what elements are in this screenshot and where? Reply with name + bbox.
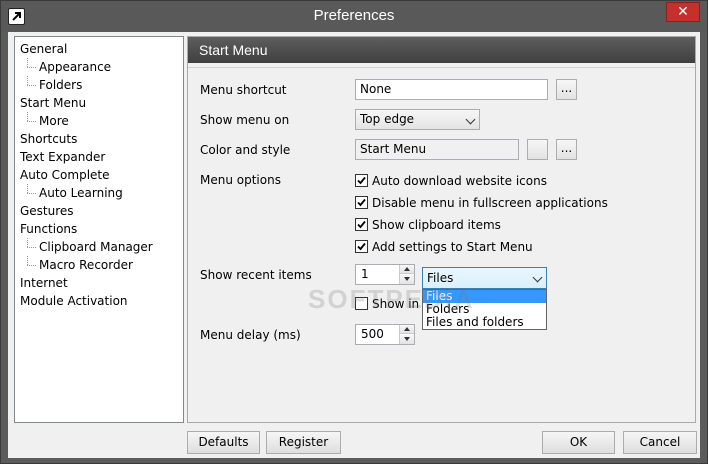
register-button[interactable]: Register <box>266 431 341 454</box>
tree-item-more[interactable]: More <box>15 112 183 130</box>
dropdown-option-files-and-folders[interactable]: Files and folders <box>423 316 546 329</box>
recent-items-count-spinner[interactable]: 1 <box>355 264 415 285</box>
settings-content: Menu shortcut None ... Show menu on Top … <box>188 67 695 422</box>
recent-items-type-select[interactable]: Files <box>422 267 547 289</box>
tree-item-label: More <box>39 114 69 128</box>
color-swatch-button[interactable] <box>527 139 548 160</box>
tree-item-functions[interactable]: Functions <box>15 220 183 238</box>
category-tree[interactable]: General Appearance Folders Start Menu More Sh… <box>14 36 184 423</box>
checkbox-label: Add settings to Start Menu <box>372 240 533 254</box>
title-bar: Preferences ✕ <box>1 1 707 32</box>
recent-items-type-value: Files <box>427 271 454 285</box>
tree-item-auto-learning[interactable]: Auto Learning <box>15 184 183 202</box>
tree-item-label: Clipboard Manager <box>39 240 153 254</box>
tree-item-label: Start Menu <box>20 96 87 110</box>
checkbox-label: Show clipboard items <box>372 218 501 232</box>
tree-item-appearance[interactable]: Appearance <box>15 58 183 76</box>
tree-item-text-expander[interactable]: Text Expander <box>15 148 183 166</box>
show-recent-items-label: Show recent items <box>200 268 312 282</box>
tree-item-label: Text Expander <box>20 150 106 164</box>
defaults-button[interactable]: Defaults <box>187 431 260 454</box>
tree-item-module-activation[interactable]: Module Activation <box>15 292 183 310</box>
tree-item-macro-recorder[interactable]: Macro Recorder <box>15 256 183 274</box>
tree-item-internet[interactable]: Internet <box>15 274 183 292</box>
menu-delay-spinner[interactable]: 500 <box>355 324 415 345</box>
tree-item-gestures[interactable]: Gestures <box>15 202 183 220</box>
tree-item-start-menu[interactable]: Start Menu <box>15 94 183 112</box>
tree-item-auto-complete[interactable]: Auto Complete <box>15 166 183 184</box>
color-style-label: Color and style <box>200 143 291 157</box>
checkbox[interactable] <box>355 174 368 187</box>
show-menu-on-value: Top edge <box>360 112 415 126</box>
tree-item-label: Functions <box>20 222 78 236</box>
checkbox[interactable] <box>355 196 368 209</box>
menu-shortcut-browse-button[interactable]: ... <box>556 79 577 100</box>
checkbox[interactable] <box>355 240 368 253</box>
tree-item-shortcuts[interactable]: Shortcuts <box>15 130 183 148</box>
chevron-down-icon <box>532 272 543 283</box>
tree-item-general[interactable]: General <box>15 40 183 58</box>
checkbox-label: Auto download website icons <box>372 174 547 188</box>
tree-item-label: General <box>20 42 68 56</box>
preferences-window: Preferences ✕ General Appearance Folders St… <box>0 0 708 464</box>
recent-items-type-dropdown: Files Folders Files and folders <box>422 289 547 330</box>
tree-item-label: Internet <box>20 276 68 290</box>
checkbox-label: Disable menu in fullscreen applications <box>372 196 608 210</box>
chevron-down-icon <box>465 114 476 125</box>
settings-panel: Start Menu Menu shortcut None ... Show m… <box>187 36 696 423</box>
cancel-button[interactable]: Cancel <box>623 431 697 454</box>
show-menu-on-label: Show menu on <box>200 113 290 127</box>
checkbox[interactable] <box>355 218 368 231</box>
show-menu-on-select[interactable]: Top edge <box>355 109 480 130</box>
color-style-field[interactable]: Start Menu <box>355 139 519 160</box>
menu-delay-value: 500 <box>361 327 384 341</box>
menu-shortcut-label: Menu shortcut <box>200 83 287 97</box>
recent-items-count-value: 1 <box>361 267 369 281</box>
tree-item-label: Shortcuts <box>20 132 78 146</box>
show-in-label: Show in s <box>372 297 430 311</box>
client-area: General Appearance Folders Start Menu More Sh… <box>8 32 700 458</box>
spin-up-arrow-icon[interactable] <box>400 325 414 334</box>
color-style-browse-button[interactable]: ... <box>556 139 577 160</box>
panel-title: Start Menu <box>188 37 695 63</box>
menu-options-label: Menu options <box>200 173 281 187</box>
spin-up-arrow-icon[interactable] <box>400 265 414 274</box>
tree-item-folders[interactable]: Folders <box>15 76 183 94</box>
tree-item-clipboard-manager[interactable]: Clipboard Manager <box>15 238 183 256</box>
close-button[interactable]: ✕ <box>666 2 700 22</box>
spinner-arrows <box>399 265 414 284</box>
show-in-checkbox[interactable] <box>355 297 368 310</box>
tree-item-label: Folders <box>39 78 83 92</box>
window-title: Preferences <box>313 7 395 24</box>
tree-item-label: Auto Complete <box>20 168 110 182</box>
spin-down-arrow-icon[interactable] <box>400 335 414 344</box>
menu-shortcut-field[interactable]: None <box>355 79 548 100</box>
tree-item-label: Macro Recorder <box>39 258 133 272</box>
spin-down-arrow-icon[interactable] <box>400 275 414 284</box>
tree-item-label: Auto Learning <box>39 186 123 200</box>
tree-item-label: Module Activation <box>20 294 128 308</box>
tree-item-label: Appearance <box>39 60 112 74</box>
tree-item-label: Gestures <box>20 204 74 218</box>
menu-delay-label: Menu delay (ms) <box>200 328 301 342</box>
ok-button[interactable]: OK <box>542 431 615 454</box>
spinner-arrows <box>399 325 414 344</box>
